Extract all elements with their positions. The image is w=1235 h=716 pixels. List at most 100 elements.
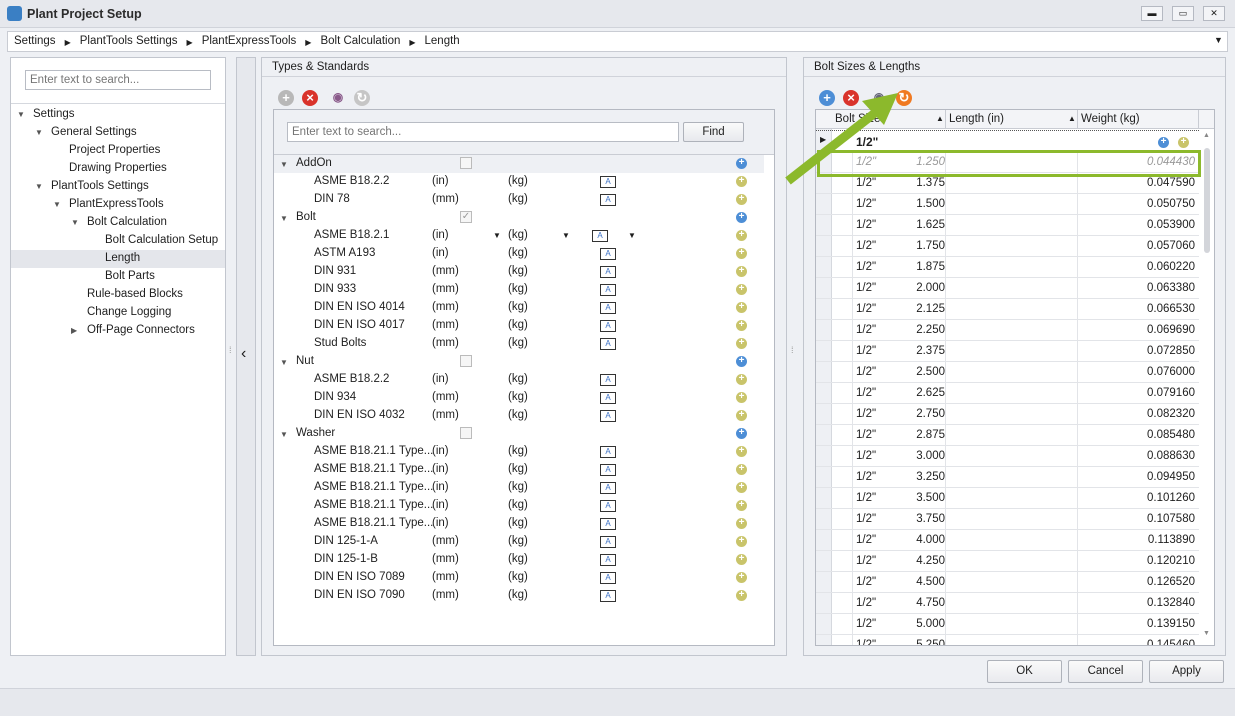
hide-icon[interactable]: ◉ <box>330 90 346 106</box>
tree-item[interactable]: Off-Page Connectors <box>87 324 195 336</box>
text-style-icon[interactable]: A <box>600 392 616 404</box>
caret-down-icon[interactable]: ▼ <box>71 218 79 227</box>
ok-button[interactable]: OK <box>987 660 1062 683</box>
table-row[interactable]: 1/2" 1.625 0.053900 <box>816 215 1199 236</box>
find-button[interactable]: Find <box>683 122 744 142</box>
text-style-icon[interactable]: A <box>600 446 616 458</box>
group-checkbox[interactable] <box>460 355 472 367</box>
text-style-icon[interactable]: A <box>592 230 608 242</box>
text-style-icon[interactable]: A <box>600 500 616 512</box>
add-child-icon[interactable]: + <box>736 176 747 187</box>
add-item-icon[interactable]: + <box>736 212 747 223</box>
tree-item[interactable]: Bolt Parts <box>105 270 155 282</box>
caret-down-icon[interactable]: ▼ <box>280 160 288 169</box>
types-search-input[interactable] <box>287 122 679 142</box>
weight-unit[interactable]: (kg) <box>508 229 528 241</box>
text-style-icon[interactable]: A <box>600 410 616 422</box>
text-style-icon[interactable]: A <box>600 590 616 602</box>
table-row[interactable]: 1/2" 2.875 0.085480 <box>816 425 1199 446</box>
group-checkbox[interactable]: ✓ <box>460 211 472 223</box>
table-row[interactable]: 1/2" 4.500 0.126520 <box>816 572 1199 593</box>
add-child-icon[interactable]: + <box>736 248 747 259</box>
add-icon[interactable]: + <box>278 90 294 106</box>
tree-item[interactable]: PlantExpressTools <box>69 198 164 210</box>
table-row[interactable]: 1/2" 3.750 0.107580 <box>816 509 1199 530</box>
tree-item[interactable]: Length <box>105 252 140 264</box>
table-row[interactable]: 1/2" 5.250 0.145460 <box>816 635 1199 645</box>
group-row[interactable]: ▼ AddOn + <box>274 155 764 173</box>
table-row[interactable]: 1/2" 2.250 0.069690 <box>816 320 1199 341</box>
chevron-down-icon[interactable]: ▼ <box>1214 35 1223 45</box>
table-row[interactable]: 1/2" 2.750 0.082320 <box>816 404 1199 425</box>
tree-item[interactable]: Drawing Properties <box>69 162 167 174</box>
add-child-icon[interactable]: + <box>736 410 747 421</box>
column-weight[interactable]: Weight (kg) <box>1081 113 1140 125</box>
text-style-icon[interactable]: A <box>600 194 616 206</box>
text-style-icon[interactable]: A <box>600 554 616 566</box>
table-row[interactable]: 1/2" 3.250 0.094950 <box>816 467 1199 488</box>
standard-row[interactable]: DIN EN ISO 7090 (mm) (kg) A + <box>274 587 764 605</box>
text-style-icon[interactable]: A <box>600 482 616 494</box>
standard-row[interactable]: ASME B18.21.1 Type... (in) (kg) A + <box>274 515 764 533</box>
standard-row[interactable]: ASME B18.2.2 (in) (kg) A + <box>274 173 764 191</box>
text-style-icon[interactable]: A <box>600 536 616 548</box>
standard-row[interactable]: DIN EN ISO 7089 (mm) (kg) A + <box>274 569 764 587</box>
text-style-icon[interactable]: A <box>600 320 616 332</box>
add-item-icon[interactable]: + <box>736 356 747 367</box>
tree-item[interactable]: Settings <box>33 108 75 120</box>
breadcrumb[interactable]: Settings ▶ PlantTools Settings ▶ PlantExpres… <box>7 31 1228 52</box>
add-child-icon[interactable]: + <box>736 554 747 565</box>
standard-row[interactable]: DIN 78 (mm) (kg) A + <box>274 191 764 209</box>
text-style-icon[interactable]: A <box>600 374 616 386</box>
text-style-icon[interactable]: A <box>600 338 616 350</box>
breadcrumb-item[interactable]: PlantTools Settings <box>80 35 178 48</box>
standard-row[interactable]: Stud Bolts (mm) (kg) A + <box>274 335 764 353</box>
standard-row[interactable]: DIN 933 (mm) (kg) A + <box>274 281 764 299</box>
standard-row[interactable]: ASME B18.21.1 Type... (in) (kg) A + <box>274 479 764 497</box>
add-child-icon[interactable]: + <box>736 230 747 241</box>
standard-row[interactable]: DIN EN ISO 4032 (mm) (kg) A + <box>274 407 764 425</box>
table-row[interactable]: 1/2" 1.875 0.060220 <box>816 257 1199 278</box>
add-child-icon[interactable]: + <box>736 500 747 511</box>
add-child-icon[interactable]: + <box>736 482 747 493</box>
add-child-icon[interactable]: + <box>736 590 747 601</box>
standard-row[interactable]: ASTM A193 (in) (kg) A + <box>274 245 764 263</box>
maximize-button[interactable]: ▭ <box>1172 6 1194 21</box>
group-checkbox[interactable] <box>460 157 472 169</box>
tree-item[interactable]: Bolt Calculation <box>87 216 167 228</box>
scrollbar-thumb[interactable] <box>1204 148 1210 253</box>
settings-search-input[interactable] <box>25 70 211 90</box>
caret-down-icon[interactable]: ▼ <box>35 182 43 191</box>
add-child-icon[interactable]: + <box>736 320 747 331</box>
add-child-icon[interactable]: + <box>736 392 747 403</box>
standard-row[interactable]: ASME B18.21.1 Type... (in) (kg) A + <box>274 461 764 479</box>
cancel-button[interactable]: Cancel <box>1068 660 1143 683</box>
dropdown-icon[interactable]: ▼ <box>493 231 501 240</box>
table-row[interactable]: 1/2" 1.750 0.057060 <box>816 236 1199 257</box>
breadcrumb-item[interactable]: Bolt Calculation <box>320 35 400 48</box>
standard-row[interactable]: DIN 934 (mm) (kg) A + <box>274 389 764 407</box>
group-row[interactable]: ▼ Bolt ✓ + <box>274 209 764 227</box>
table-row[interactable]: 1/2" 2.125 0.066530 <box>816 299 1199 320</box>
add-child-icon[interactable]: + <box>1178 137 1189 148</box>
text-style-icon[interactable]: A <box>600 176 616 188</box>
table-row[interactable]: 1/2" 3.500 0.101260 <box>816 488 1199 509</box>
add-child-icon[interactable]: + <box>736 536 747 547</box>
text-style-icon[interactable]: A <box>600 518 616 530</box>
apply-button[interactable]: Apply <box>1149 660 1224 683</box>
column-length[interactable]: Length (in) <box>949 113 1004 125</box>
text-style-icon[interactable]: A <box>600 266 616 278</box>
add-child-icon[interactable]: + <box>736 266 747 277</box>
table-row[interactable]: 1/2" 2.500 0.076000 <box>816 362 1199 383</box>
add-item-icon[interactable]: + <box>736 428 747 439</box>
standard-row[interactable]: ASME B18.21.1 Type... (in) (kg) A + <box>274 443 764 461</box>
add-child-icon[interactable]: + <box>736 518 747 529</box>
text-style-icon[interactable]: A <box>600 464 616 476</box>
caret-right-icon[interactable]: ▶ <box>71 326 77 335</box>
dropdown-icon[interactable]: ▼ <box>628 231 636 240</box>
standard-row[interactable]: ASME B18.2.2 (in) (kg) A + <box>274 371 764 389</box>
group-row[interactable]: ▼ Nut + <box>274 353 764 371</box>
add-child-icon[interactable]: + <box>736 194 747 205</box>
add-child-icon[interactable]: + <box>736 338 747 349</box>
breadcrumb-item[interactable]: PlantExpressTools <box>202 35 297 48</box>
